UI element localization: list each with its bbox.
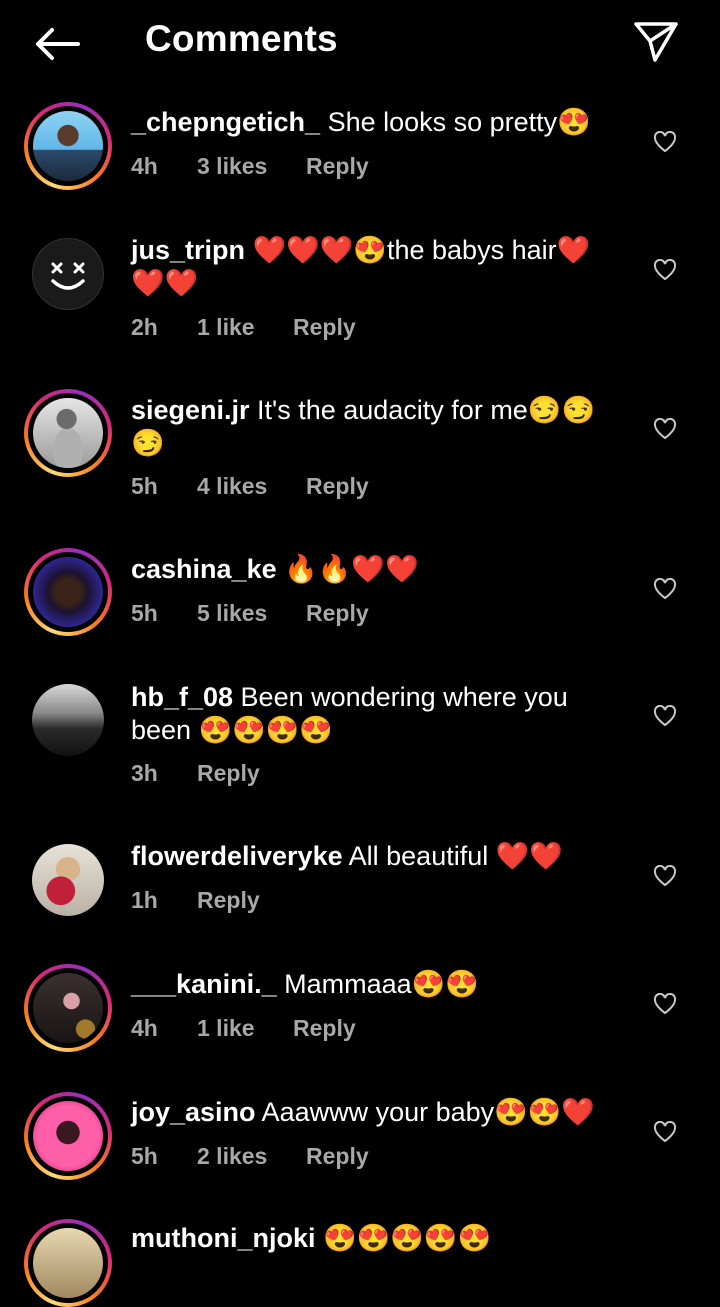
avatar[interactable]	[24, 389, 112, 477]
comment-time: 1h	[131, 887, 158, 913]
heart-outline-icon	[653, 418, 677, 440]
reply-button[interactable]: Reply	[306, 473, 369, 500]
heart-outline-icon	[653, 578, 677, 600]
reply-button[interactable]: Reply	[306, 1143, 369, 1170]
avatar[interactable]	[24, 1219, 112, 1307]
heart-outline-icon	[653, 259, 677, 281]
comment-meta: 5h 2 likes Reply	[131, 1143, 369, 1170]
heart-outline-icon	[653, 865, 677, 887]
comment-meta: 5h 4 likes Reply	[131, 473, 369, 500]
comment-time: 4h	[131, 1015, 158, 1041]
comment-text: ___kanini._ Mammaaa😍😍	[131, 968, 621, 1001]
comment-text: hb_f_08 Been wondering where you been 😍😍…	[131, 681, 621, 747]
comment-username[interactable]: jus_tripn	[131, 235, 245, 265]
like-button[interactable]	[650, 1118, 680, 1146]
avatar[interactable]	[24, 836, 112, 924]
arrow-left-icon	[36, 28, 80, 60]
reply-button[interactable]: Reply	[306, 153, 369, 180]
comment-meta: 4h 1 like Reply	[131, 1015, 356, 1042]
heart-outline-icon	[653, 1121, 677, 1143]
comment-text: _chepngetich_ She looks so pretty😍	[131, 106, 621, 139]
back-button[interactable]	[30, 22, 82, 66]
avatar[interactable]	[24, 102, 112, 190]
comment-body: Aaawww your baby😍😍❤️	[255, 1097, 596, 1127]
reply-button[interactable]: Reply	[197, 760, 260, 787]
comment-time: 4h	[131, 153, 158, 179]
like-button[interactable]	[650, 575, 680, 603]
comment-likes[interactable]: 2 likes	[197, 1143, 306, 1170]
smiley-face-icon	[51, 262, 85, 290]
comment-text: cashina_ke 🔥🔥❤️❤️	[131, 553, 621, 586]
reply-button[interactable]: Reply	[293, 314, 356, 341]
avatar[interactable]	[24, 230, 112, 318]
like-button[interactable]	[650, 990, 680, 1018]
comment-meta: 2h 1 like Reply	[131, 314, 356, 341]
comment-text: muthoni_njoki 😍😍😍😍😍	[131, 1222, 621, 1255]
avatar[interactable]	[24, 1092, 112, 1180]
comment-username[interactable]: ___kanini._	[131, 969, 277, 999]
comment-text: flowerdeliveryke All beautiful ❤️❤️	[131, 840, 621, 873]
comment-body: 🔥🔥❤️❤️	[276, 554, 419, 584]
comment-body: Mammaaa😍😍	[276, 969, 479, 999]
comment-body: She looks so pretty😍	[320, 107, 591, 137]
comment-likes[interactable]: 4 likes	[197, 473, 306, 500]
comment-text: siegeni.jr It's the audacity for me😏😏😏	[131, 394, 621, 460]
heart-outline-icon	[653, 705, 677, 727]
comment-meta: 4h 3 likes Reply	[131, 153, 369, 180]
comment-text: joy_asino Aaawww your baby😍😍❤️	[131, 1096, 621, 1129]
comment-username[interactable]: muthoni_njoki	[131, 1223, 316, 1253]
page-title: Comments	[145, 18, 338, 59]
send-icon	[634, 22, 678, 62]
comment-username[interactable]: flowerdeliveryke	[131, 841, 343, 871]
top-bar: Comments	[0, 0, 720, 86]
comment-meta: 5h 5 likes Reply	[131, 600, 369, 627]
avatar[interactable]	[24, 548, 112, 636]
comment-username[interactable]: _chepngetich_	[131, 107, 320, 137]
comment-username[interactable]: hb_f_08	[131, 682, 233, 712]
heart-outline-icon	[653, 131, 677, 153]
like-button[interactable]	[650, 256, 680, 284]
comment-time: 5h	[131, 600, 158, 626]
comment-username[interactable]: cashina_ke	[131, 554, 277, 584]
comment-likes[interactable]: 1 like	[197, 314, 293, 341]
comment-time: 5h	[131, 1143, 158, 1169]
comment-text: jus_tripn ❤️❤️❤️😍the babys hair❤️❤️❤️	[131, 234, 621, 300]
comment-meta: 1h Reply	[131, 887, 260, 914]
comment-body: All beautiful ❤️❤️	[342, 841, 563, 871]
comment-body: 😍😍😍😍😍	[315, 1223, 492, 1253]
comment-meta: 3h Reply	[131, 760, 260, 787]
comment-time: 2h	[131, 314, 158, 340]
comment-username[interactable]: joy_asino	[131, 1097, 256, 1127]
like-button[interactable]	[650, 128, 680, 156]
comment-username[interactable]: siegeni.jr	[131, 395, 250, 425]
reply-button[interactable]: Reply	[197, 887, 260, 914]
comment-likes[interactable]: 5 likes	[197, 600, 306, 627]
like-button[interactable]	[650, 862, 680, 890]
like-button[interactable]	[650, 702, 680, 730]
heart-outline-icon	[653, 993, 677, 1015]
avatar[interactable]	[24, 964, 112, 1052]
comment-time: 5h	[131, 473, 158, 499]
comment-likes[interactable]: 3 likes	[197, 153, 306, 180]
reply-button[interactable]: Reply	[306, 600, 369, 627]
reply-button[interactable]: Reply	[293, 1015, 356, 1042]
share-button[interactable]	[630, 18, 682, 66]
like-button[interactable]	[650, 415, 680, 443]
comment-time: 3h	[131, 760, 158, 786]
comment-likes[interactable]: 1 like	[197, 1015, 293, 1042]
avatar[interactable]	[24, 676, 112, 764]
